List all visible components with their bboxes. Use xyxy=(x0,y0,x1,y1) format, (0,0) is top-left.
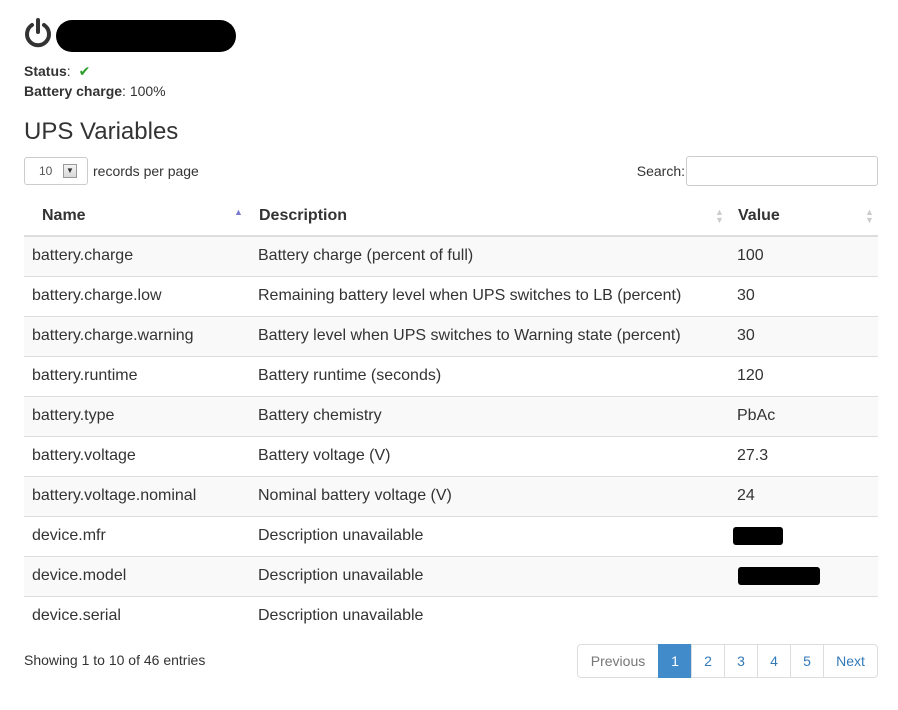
section-title: UPS Variables xyxy=(24,118,179,145)
sort-both-icon: ▲ ▼ xyxy=(715,207,724,225)
redacted-value xyxy=(733,526,783,545)
cell-value: 100 xyxy=(729,235,878,276)
cell-description: Battery chemistry xyxy=(250,395,729,436)
cell-name: battery.charge xyxy=(24,235,250,276)
cell-value: 30 xyxy=(729,275,878,316)
battery-charge-line: Battery charge: 100% xyxy=(24,81,166,101)
cell-description: Description unavailable xyxy=(250,555,729,596)
search-control: Search: xyxy=(637,156,878,186)
previous-button[interactable]: Previous xyxy=(577,644,659,678)
table-row: battery.charge.warning Battery level whe… xyxy=(24,315,878,356)
table-info: Showing 1 to 10 of 46 entries xyxy=(24,652,206,668)
status-block: Status: ✔ Battery charge: 100% xyxy=(24,61,166,101)
status-colon: : xyxy=(66,63,71,79)
cell-name: battery.runtime xyxy=(24,355,250,396)
cell-name: device.serial xyxy=(24,595,250,636)
cell-description: Description unavailable xyxy=(250,515,729,556)
records-per-page-control: 10 ▼ records per page xyxy=(24,156,199,186)
cell-name: battery.voltage xyxy=(24,435,250,476)
column-header-description[interactable]: Description ▲ ▼ xyxy=(250,196,729,237)
cell-name: battery.type xyxy=(24,395,250,436)
table-row: battery.charge Battery charge (percent o… xyxy=(24,235,878,276)
page-button-3[interactable]: 3 xyxy=(724,644,758,678)
cell-name: battery.charge.warning xyxy=(24,315,250,356)
status-line: Status: ✔ xyxy=(24,61,166,81)
battery-charge-label: Battery charge xyxy=(24,83,123,99)
redacted-ups-name xyxy=(56,20,236,52)
cell-description: Battery charge (percent of full) xyxy=(250,235,729,276)
cell-description: Nominal battery voltage (V) xyxy=(250,475,729,516)
table-row: device.model Description unavailable xyxy=(24,555,878,596)
sort-both-icon: ▲ ▼ xyxy=(865,207,874,225)
table-header-row: Name ▲ Description ▲ ▼ Value ▲ ▼ xyxy=(24,196,878,237)
status-label: Status xyxy=(24,63,67,79)
cell-description: Battery runtime (seconds) xyxy=(250,355,729,396)
search-label: Search: xyxy=(636,163,685,179)
records-per-page-value: 10 xyxy=(39,164,53,178)
battery-charge-colon: : xyxy=(122,83,126,99)
pagination: Previous 1 2 3 4 5 Next xyxy=(577,644,878,678)
page-button-5[interactable]: 5 xyxy=(790,644,824,678)
dropdown-arrow-icon[interactable]: ▼ xyxy=(63,164,77,178)
records-per-page-select[interactable]: 10 ▼ xyxy=(24,157,88,185)
power-icon xyxy=(25,18,51,48)
column-header-label: Name xyxy=(42,206,86,224)
page-button-4[interactable]: 4 xyxy=(757,644,791,678)
cell-name: battery.charge.low xyxy=(24,275,250,316)
records-per-page-label: records per page xyxy=(93,163,199,179)
cell-name: device.model xyxy=(24,555,250,596)
page-button-2[interactable]: 2 xyxy=(691,644,725,678)
table-row: battery.voltage Battery voltage (V) 27.3 xyxy=(24,435,878,476)
table-row: battery.type Battery chemistry PbAc xyxy=(24,395,878,436)
column-header-label: Value xyxy=(738,206,780,224)
cell-value: 120 xyxy=(729,355,878,396)
cell-name: battery.voltage.nominal xyxy=(24,475,250,516)
cell-value: 30 xyxy=(729,315,878,356)
redacted-value xyxy=(738,566,820,585)
column-header-value[interactable]: Value ▲ ▼ xyxy=(729,196,878,237)
ups-variables-table: Name ▲ Description ▲ ▼ Value ▲ ▼ battery.c… xyxy=(24,196,878,636)
cell-value: 24 xyxy=(729,475,878,516)
battery-charge-value: 100% xyxy=(129,83,166,99)
sort-ascending-icon: ▲ xyxy=(234,207,243,217)
checkmark-icon: ✔ xyxy=(78,63,91,79)
table-row: battery.voltage.nominal Nominal battery … xyxy=(24,475,878,516)
cell-value xyxy=(729,515,878,556)
cell-value: 27.3 xyxy=(729,435,878,476)
search-input[interactable] xyxy=(686,156,878,186)
cell-description: Description unavailable xyxy=(250,595,729,636)
cell-name: device.mfr xyxy=(24,515,250,556)
cell-value: PbAc xyxy=(729,395,878,436)
page-button-1[interactable]: 1 xyxy=(658,644,692,678)
column-header-label: Description xyxy=(259,206,348,224)
table-row: battery.charge.low Remaining battery lev… xyxy=(24,275,878,316)
cell-description: Battery voltage (V) xyxy=(250,435,729,476)
cell-description: Battery level when UPS switches to Warni… xyxy=(250,315,729,356)
cell-description: Remaining battery level when UPS switche… xyxy=(250,275,729,316)
cell-value xyxy=(729,555,878,596)
table-row: device.mfr Description unavailable xyxy=(24,515,878,556)
table-row: battery.runtime Battery runtime (seconds… xyxy=(24,355,878,396)
column-header-name[interactable]: Name ▲ xyxy=(24,196,250,237)
next-button[interactable]: Next xyxy=(823,644,878,678)
table-row: device.serial Description unavailable xyxy=(24,595,878,636)
cell-value xyxy=(729,595,878,636)
